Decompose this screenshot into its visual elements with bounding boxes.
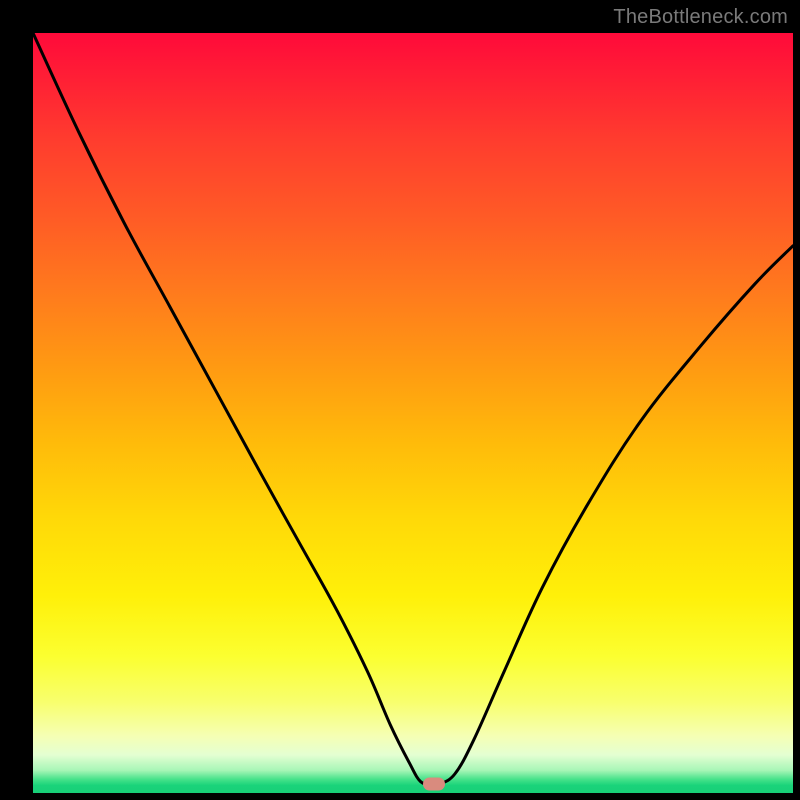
plot-area — [33, 33, 793, 793]
min-marker — [423, 777, 445, 790]
curve-svg — [33, 33, 793, 793]
bottleneck-curve — [33, 33, 793, 785]
watermark-text: TheBottleneck.com — [613, 6, 788, 29]
chart-frame: TheBottleneck.com — [0, 0, 800, 800]
